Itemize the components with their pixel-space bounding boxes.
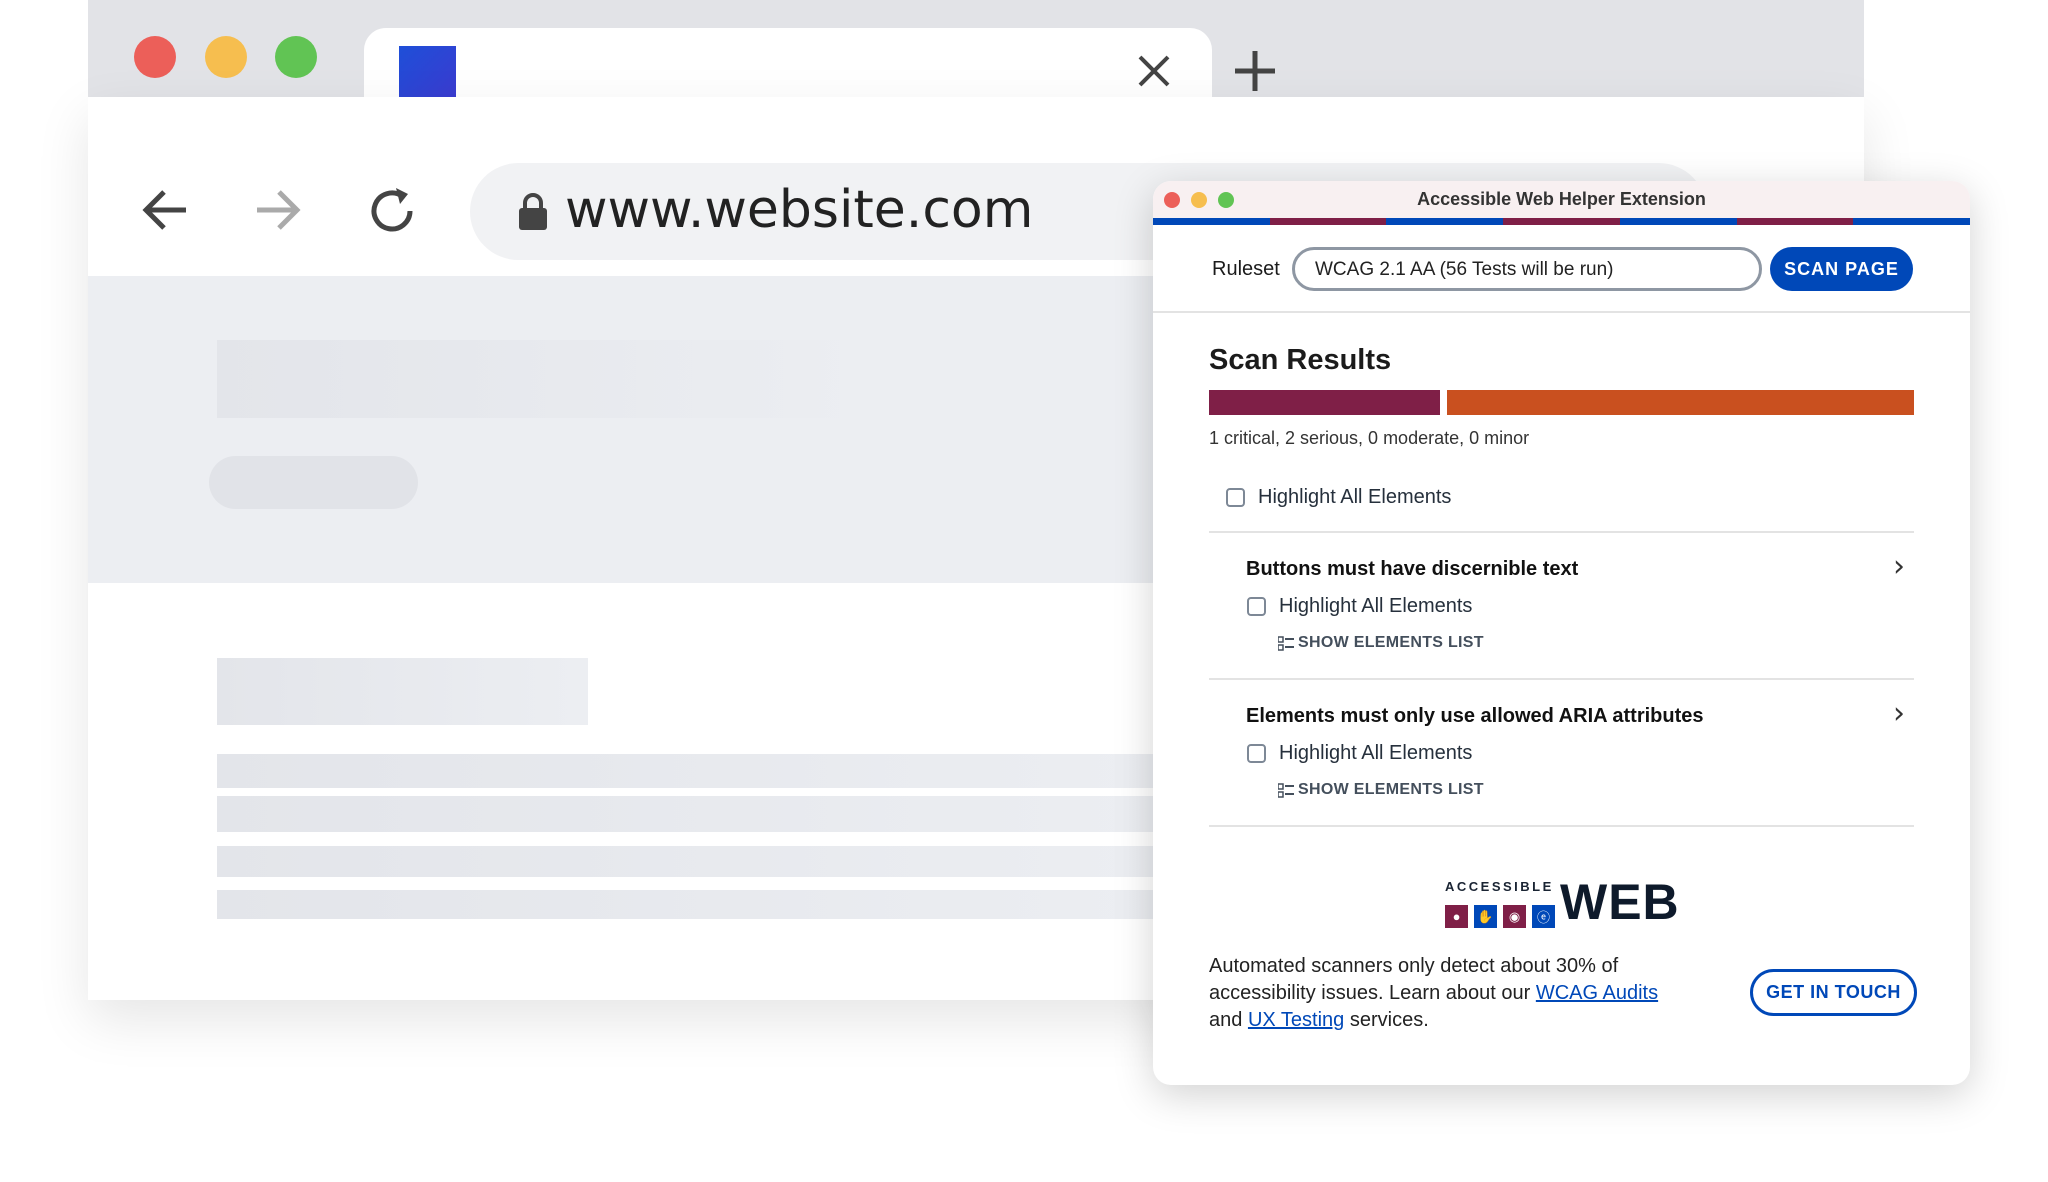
forward-arrow-icon[interactable] (253, 186, 303, 234)
placeholder-line (217, 846, 1177, 877)
minimize-window-button[interactable] (205, 36, 247, 78)
wcag-audits-link[interactable]: WCAG Audits (1536, 982, 1658, 1004)
plus-icon[interactable] (1233, 49, 1277, 93)
panel-title: Accessible Web Helper Extension (1417, 189, 1706, 209)
placeholder-block (217, 340, 878, 418)
brand-stripe (1153, 218, 1970, 225)
back-arrow-icon[interactable] (140, 186, 190, 234)
reload-icon[interactable] (366, 184, 420, 238)
rule-title[interactable]: Elements must only use allowed ARIA attr… (1246, 705, 1704, 728)
list-icon (1278, 636, 1294, 651)
close-icon[interactable] (1137, 54, 1171, 88)
list-icon (1278, 783, 1294, 798)
url-text[interactable]: www.website.com (565, 180, 1033, 240)
placeholder-line (217, 890, 1177, 919)
ruleset-select[interactable]: WCAG 2.1 AA (56 Tests will be run) (1292, 247, 1762, 291)
eye-icon: ◉ (1503, 905, 1526, 928)
placeholder-block (217, 658, 588, 725)
speech-icon: ● (1445, 905, 1468, 928)
scan-results-heading: Scan Results (1209, 344, 1392, 376)
rule-title[interactable]: Buttons must have discernible text (1246, 558, 1578, 581)
accessible-web-logo: ACCESSIBLE ● ✋ ◉ ⓔ WEB (1445, 874, 1685, 930)
footer-text: Automated scanners only detect about 30%… (1209, 955, 1659, 1031)
chevron-right-icon[interactable]: › (1893, 696, 1905, 731)
hand-icon: ✋ (1474, 905, 1497, 928)
lock-icon (519, 193, 547, 230)
highlight-rule-checkbox[interactable] (1247, 744, 1266, 763)
favicon (399, 46, 456, 98)
scan-page-button[interactable]: SCAN PAGE (1770, 247, 1913, 291)
highlight-rule-checkbox[interactable] (1247, 597, 1266, 616)
highlight-rule-label: Highlight All Elements (1279, 742, 1473, 764)
divider (1209, 825, 1914, 827)
close-window-button[interactable] (134, 36, 176, 78)
ruleset-label: Ruleset (1212, 258, 1280, 280)
highlight-all-checkbox[interactable] (1226, 488, 1245, 507)
ear-icon: ⓔ (1532, 905, 1555, 928)
show-elements-list-button[interactable]: SHOW ELEMENTS LIST (1298, 781, 1484, 799)
placeholder-line (217, 754, 1177, 788)
show-elements-list-button[interactable]: SHOW ELEMENTS LIST (1298, 634, 1484, 652)
highlight-rule-label: Highlight All Elements (1279, 595, 1473, 617)
placeholder-button (209, 456, 418, 509)
results-summary: 1 critical, 2 serious, 0 moderate, 0 min… (1209, 428, 1530, 448)
chevron-right-icon[interactable]: › (1893, 549, 1905, 584)
placeholder-line (217, 796, 1177, 832)
critical-bar (1209, 390, 1440, 415)
extension-panel: Accessible Web Helper Extension Ruleset … (1153, 181, 1970, 1085)
divider (1153, 311, 1970, 313)
divider (1209, 531, 1914, 533)
serious-bar (1447, 390, 1914, 415)
divider (1209, 678, 1914, 680)
browser-tab[interactable] (364, 28, 1212, 97)
logo-big-text: WEB (1560, 874, 1680, 930)
logo-small-text: ACCESSIBLE (1445, 879, 1554, 894)
get-in-touch-button[interactable]: GET IN TOUCH (1750, 969, 1917, 1016)
highlight-all-label: Highlight All Elements (1258, 486, 1452, 508)
ux-testing-link[interactable]: UX Testing (1248, 1009, 1344, 1031)
maximize-window-button[interactable] (275, 36, 317, 78)
